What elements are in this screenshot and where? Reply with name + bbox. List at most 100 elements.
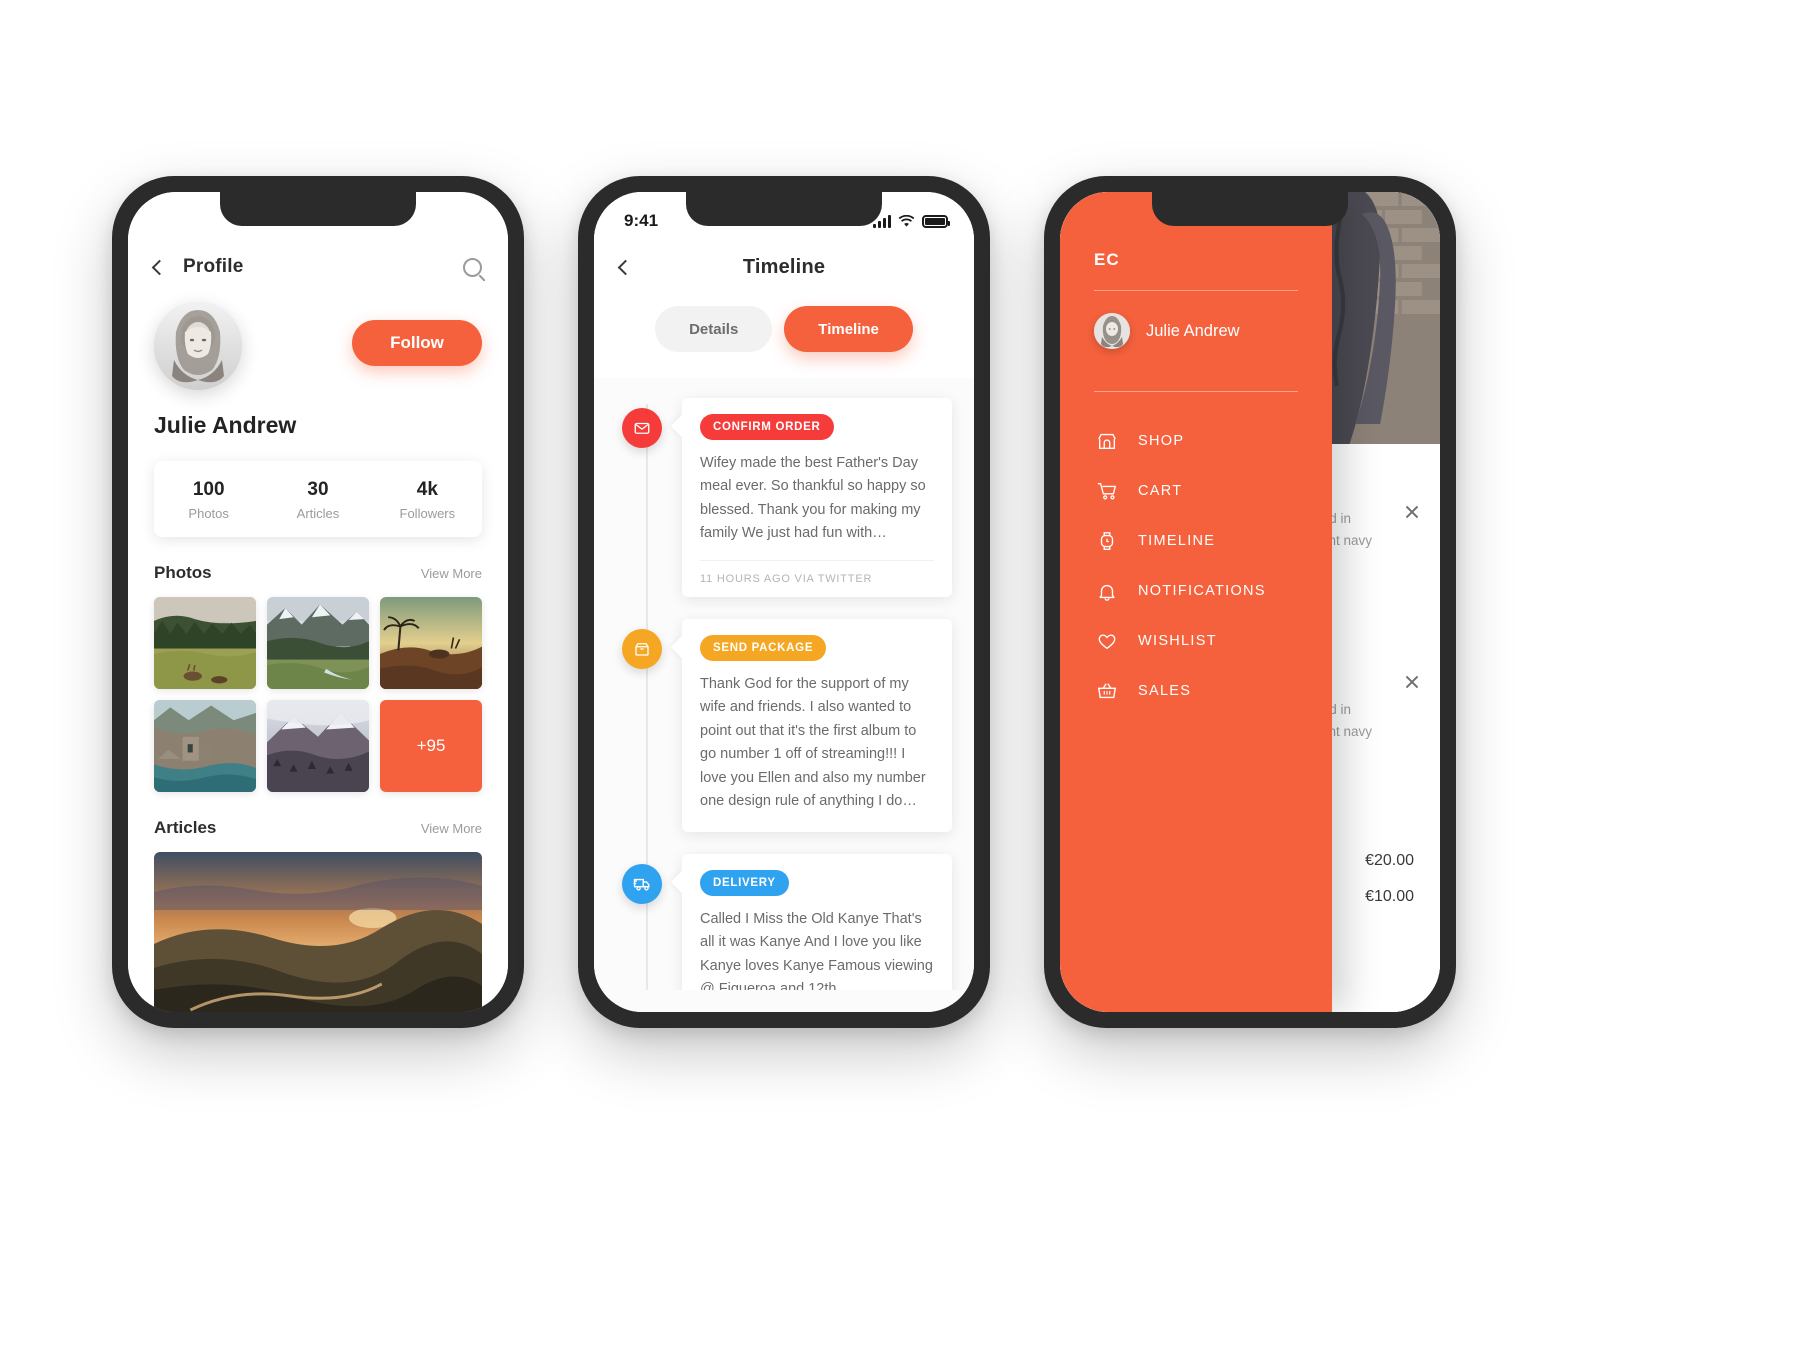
timeline-list[interactable]: CONFIRM ORDER Wifey made the best Father…	[594, 378, 974, 990]
photo-palm-sunset	[380, 597, 482, 689]
article-thumbnail[interactable]	[154, 852, 482, 1012]
truck-icon	[632, 879, 650, 891]
drawer-user-name: Julie Andrew	[1146, 321, 1240, 340]
profile-name: Julie Andrew	[154, 412, 297, 438]
chevron-left-icon[interactable]	[151, 259, 168, 275]
photo-thumbnail[interactable]	[154, 597, 256, 689]
timeline-item: SEND PACKAGE Thank God for the support o…	[594, 618, 974, 832]
section-title: Articles	[154, 818, 217, 837]
drawer-item-shop[interactable]: SHOP	[1060, 416, 1332, 466]
photo-valley-river	[267, 597, 369, 689]
drawer-item-cart[interactable]: CART	[1060, 466, 1332, 516]
drawer-item-notifications[interactable]: NOTIFICATIONS	[1060, 566, 1332, 616]
basket-icon	[1094, 680, 1120, 702]
profile-navbar: Profile	[128, 238, 508, 296]
envelope-icon	[634, 422, 650, 434]
avatar-image	[154, 302, 242, 390]
photo-thumbnail[interactable]	[380, 597, 482, 689]
timeline-text: Wifey made the best Father's Day meal ev…	[700, 455, 926, 542]
photo-more-tile[interactable]: +95	[380, 700, 482, 792]
drawer-item-label: CART	[1138, 483, 1183, 499]
phone2-screen: 9:41 Timeline Details Timeline CONFIRM O…	[594, 192, 974, 1012]
stat-value: 30	[307, 479, 329, 500]
timeline-item: DELIVERY Called I Miss the Old Kanye Tha…	[594, 853, 974, 990]
stat-value: 100	[192, 479, 225, 500]
drawer-user[interactable]: Julie Andrew	[1060, 291, 1332, 371]
timeline-card[interactable]: DELIVERY Called I Miss the Old Kanye Tha…	[682, 853, 952, 990]
status-badge: SEND PACKAGE	[700, 634, 827, 661]
stat-articles[interactable]: 30 Articles	[263, 479, 372, 521]
drawer-item-label: WISHLIST	[1138, 633, 1217, 649]
article-sunset-hills	[154, 852, 482, 1012]
view-more-link[interactable]: View More	[421, 566, 482, 581]
stat-followers[interactable]: 4k Followers	[373, 479, 482, 521]
timeline-card[interactable]: CONFIRM ORDER Wifey made the best Father…	[682, 398, 952, 597]
section-title: Photos	[154, 563, 212, 582]
stat-label: Photos	[188, 506, 229, 521]
page-title: Profile	[183, 256, 244, 277]
photo-cliff-ruins	[154, 700, 256, 792]
timeline-meta: 11 HOURS AGO VIA TWITTER	[700, 559, 934, 597]
notch	[220, 192, 416, 226]
drawer-item-label: TIMELINE	[1138, 533, 1216, 549]
avatar[interactable]	[154, 302, 242, 390]
package-icon	[635, 643, 649, 656]
photo-snow-mountain	[267, 700, 369, 792]
drawer-nav: SHOP CART TIMELINE NOTIFICATIONS WISHLIS…	[1060, 392, 1332, 716]
timeline-navbar: Timeline	[594, 238, 974, 296]
battery-icon	[922, 214, 950, 228]
timeline-text: Called I Miss the Old Kanye That's all i…	[700, 910, 933, 990]
timeline-dot-send-package[interactable]	[622, 628, 662, 669]
timeline-card[interactable]: SEND PACKAGE Thank God for the support o…	[682, 618, 952, 832]
timeline-dot-delivery[interactable]	[622, 863, 662, 904]
photo-forest-deer	[154, 597, 256, 689]
phone-mockup-timeline: 9:41 Timeline Details Timeline CONFIRM O…	[578, 176, 990, 1028]
stat-label: Articles	[296, 506, 340, 521]
watch-icon	[1094, 530, 1120, 552]
photo-grid: +95	[128, 583, 508, 792]
wifi-icon	[898, 214, 915, 227]
status-indicators	[873, 214, 950, 228]
photos-section-header: Photos View More	[128, 537, 508, 583]
screenshot-stage: Profile Follow Julie Andrew 100 Photos 3…	[0, 0, 1800, 1360]
photo-thumbnail[interactable]	[267, 700, 369, 792]
status-bar: 9:41	[594, 192, 974, 240]
phone-mockup-menu: art y tailored inghtweight navy auren	[1044, 176, 1456, 1028]
drawer-item-timeline[interactable]: TIMELINE	[1060, 516, 1332, 566]
photo-thumbnail[interactable]	[154, 700, 256, 792]
drawer-item-sales[interactable]: SALES	[1060, 666, 1332, 716]
stats-card: 100 Photos 30 Articles 4k Followers	[154, 461, 482, 537]
page-title: Timeline	[742, 255, 826, 278]
phone-mockup-profile: Profile Follow Julie Andrew 100 Photos 3…	[112, 176, 524, 1028]
bell-icon	[1094, 580, 1120, 602]
view-more-link[interactable]: View More	[421, 821, 482, 836]
phone3-screen: art y tailored inghtweight navy auren	[1060, 192, 1440, 1012]
search-icon[interactable]	[463, 257, 482, 277]
drawer-item-label: NOTIFICATIONS	[1138, 583, 1266, 599]
signal-icon	[873, 214, 891, 228]
status-badge: CONFIRM ORDER	[700, 414, 834, 440]
close-icon[interactable]	[1404, 674, 1420, 690]
drawer-item-label: SALES	[1138, 683, 1192, 699]
side-drawer: EC Julie Andrew SHOP CART TIMELINE NOTIF…	[1060, 192, 1332, 1012]
timeline-dot-confirm-order[interactable]	[622, 408, 662, 448]
timeline-screen: 9:41 Timeline Details Timeline CONFIRM O…	[594, 192, 974, 1012]
avatar[interactable]	[1094, 313, 1130, 349]
cart-icon	[1094, 480, 1120, 502]
drawer-item-label: SHOP	[1138, 433, 1185, 449]
notch	[1152, 192, 1348, 226]
stat-label: Followers	[399, 506, 456, 521]
timeline-item: CONFIRM ORDER Wifey made the best Father…	[594, 398, 974, 597]
photo-thumbnail[interactable]	[267, 597, 369, 689]
drawer-item-wishlist[interactable]: WISHLIST	[1060, 616, 1332, 666]
follow-button[interactable]: Follow	[352, 320, 482, 366]
tab-timeline[interactable]: Timeline	[784, 306, 913, 352]
close-icon[interactable]	[1404, 504, 1420, 520]
status-time: 9:41	[624, 211, 659, 230]
timeline-text: Thank God for the support of my wife and…	[700, 675, 926, 810]
profile-header: Follow	[128, 296, 508, 390]
stat-photos[interactable]: 100 Photos	[154, 479, 263, 521]
tab-details[interactable]: Details	[655, 306, 773, 352]
stat-value: 4k	[416, 479, 438, 500]
shop-icon	[1094, 430, 1120, 452]
